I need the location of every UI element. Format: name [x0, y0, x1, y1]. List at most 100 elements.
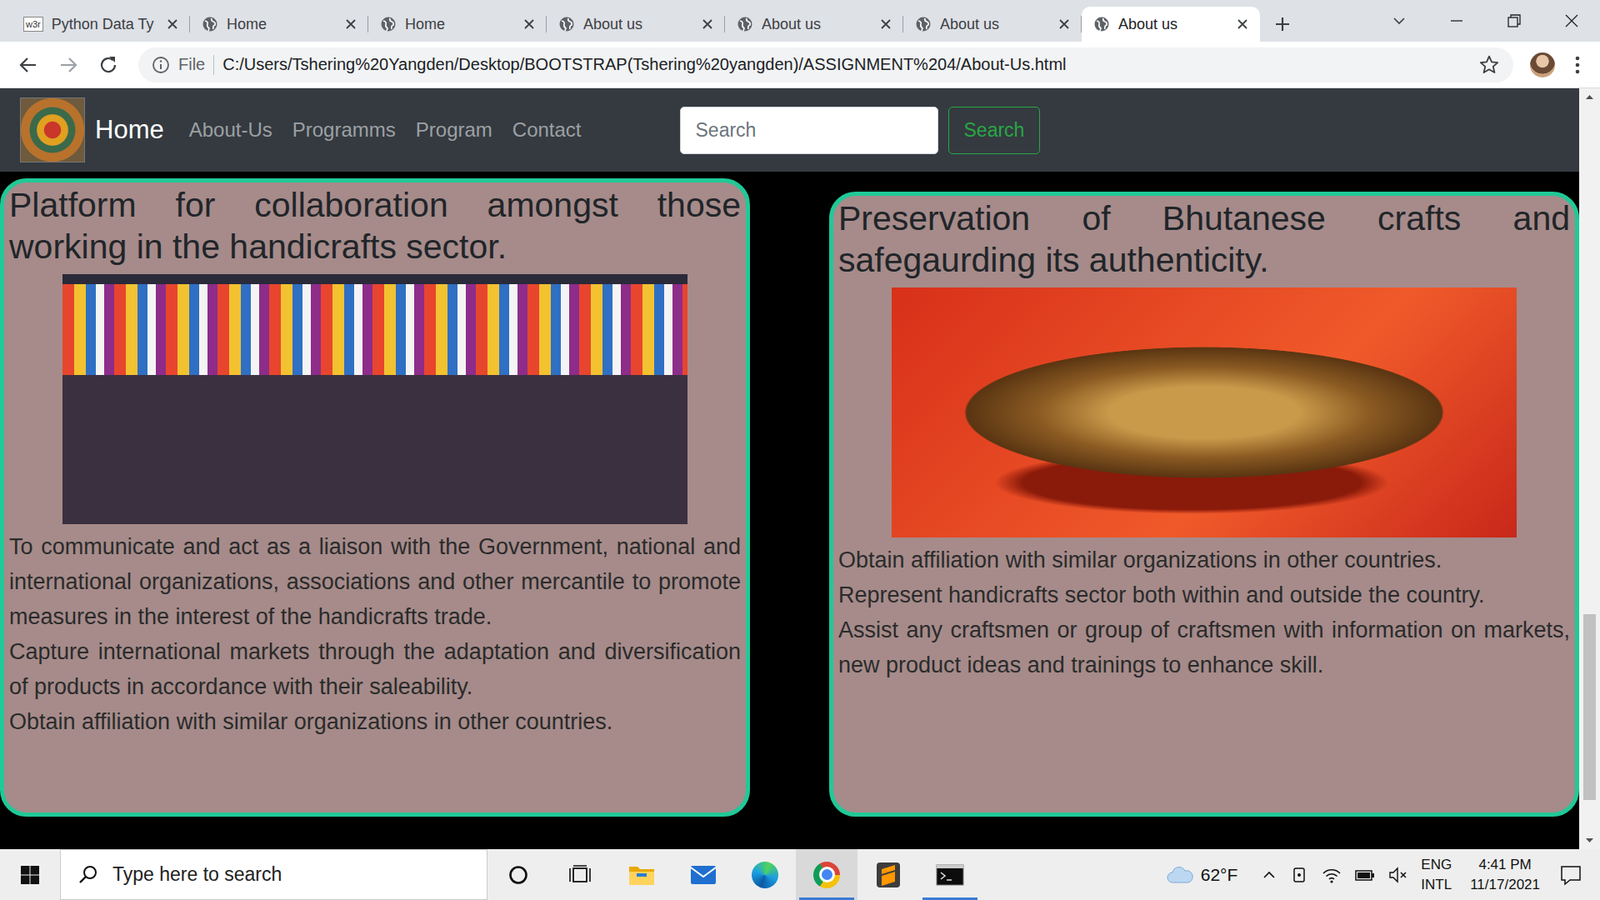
taskbar-app[interactable]	[549, 849, 611, 900]
separator	[213, 55, 215, 75]
forward-arrow-icon	[57, 54, 80, 76]
close-tab-icon[interactable]	[1236, 18, 1249, 30]
screen: w3r Python Data Ty Home Home About us Ab…	[0, 0, 1600, 900]
close-tab-icon[interactable]	[345, 18, 357, 30]
scheme-label: File	[178, 55, 205, 75]
card-text: Obtain affiliation with similar organiza…	[838, 542, 1570, 578]
close-tab-icon[interactable]	[701, 18, 714, 30]
search-button[interactable]: Search	[948, 106, 1041, 155]
taskbar-app[interactable]	[610, 849, 673, 900]
system-tray: 62°F ENGINTL 4:41 PM 11/17/2021	[1165, 855, 1600, 895]
cards-area: Platform for collaboration amongst those…	[0, 171, 1580, 850]
cloud-icon	[1165, 865, 1195, 885]
new-tab-icon[interactable]	[1268, 10, 1297, 39]
browser-tab[interactable]: About us	[546, 6, 725, 42]
close-tab-icon[interactable]	[880, 18, 892, 30]
close-icon	[1564, 13, 1580, 29]
card-text: Obtain affiliation with similar organiza…	[9, 704, 741, 740]
taskbar-app[interactable]	[672, 849, 735, 900]
close-tab-icon[interactable]	[523, 18, 535, 30]
card-text: Assist any craftsmen or group of craftsm…	[838, 612, 1570, 683]
sublime-text-icon	[875, 861, 901, 889]
w3r-icon: w3r	[23, 16, 44, 32]
restore-button[interactable]	[1485, 0, 1543, 42]
info-icon[interactable]	[151, 55, 170, 75]
page-viewport: Home About-Us Programms Program Contact Sea…	[0, 88, 1600, 850]
chrome-icon	[813, 861, 840, 889]
muted-speaker-icon[interactable]	[1387, 865, 1410, 885]
nav-link[interactable]: Programms	[292, 118, 396, 142]
terminal-icon	[935, 863, 965, 887]
card-photo	[62, 274, 688, 525]
browser-tab[interactable]: About us	[1081, 6, 1260, 42]
globe-icon	[1093, 15, 1110, 33]
back-arrow-icon	[17, 54, 40, 76]
menu-dots-icon[interactable]	[1573, 54, 1582, 76]
address-bar[interactable]: File C:/Users/Tshering%20Yangden/Desktop…	[138, 47, 1514, 83]
card-text: To communicate and act as a liaison with…	[9, 529, 741, 635]
browser-tab[interactable]: w3r Python Data Ty	[11, 6, 190, 42]
url-text[interactable]: C:/Users/Tshering%20Yangden/Desktop/BOOT…	[222, 55, 1470, 75]
close-tab-icon[interactable]	[166, 18, 179, 30]
scrollbar[interactable]	[1579, 88, 1600, 850]
nav-links: About-Us Programms Program Contact	[189, 118, 582, 142]
card-photo	[891, 287, 1517, 538]
nav-link[interactable]: About-Us	[189, 118, 273, 142]
globe-icon	[558, 15, 575, 33]
info-card: Platform for collaboration amongst those…	[0, 178, 750, 817]
scroll-up-icon[interactable]	[1579, 88, 1600, 105]
taskbar-app[interactable]	[857, 849, 920, 900]
reload-button[interactable]	[91, 48, 125, 82]
window-controls	[1370, 0, 1600, 42]
browser-tab[interactable]: About us	[725, 6, 904, 42]
search-form: Search Search	[680, 106, 1041, 155]
back-button[interactable]	[11, 48, 45, 82]
task-view-icon	[568, 864, 592, 886]
chevron-down-icon	[1391, 13, 1407, 29]
brand-link[interactable]: Home	[95, 115, 165, 145]
taskbar-app[interactable]	[795, 849, 858, 900]
show-hidden-icon[interactable]	[1260, 866, 1278, 884]
start-button[interactable]	[0, 849, 60, 900]
minimize-icon	[1449, 13, 1465, 29]
notifications-icon[interactable]	[1558, 863, 1584, 887]
logo-image[interactable]	[20, 97, 85, 163]
taskbar-app[interactable]	[734, 849, 796, 900]
browser-tab[interactable]: About us	[903, 6, 1082, 42]
restore-icon	[1506, 13, 1522, 29]
browser-tab[interactable]: Home	[190, 6, 369, 42]
star-icon[interactable]	[1478, 54, 1500, 76]
scroll-down-icon[interactable]	[1579, 832, 1600, 850]
globe-icon	[380, 15, 397, 33]
battery-icon[interactable]	[1354, 865, 1376, 885]
forward-button[interactable]	[51, 48, 85, 82]
nav-link[interactable]: Contact	[512, 118, 582, 142]
taskbar-app[interactable]	[487, 849, 550, 900]
search-input[interactable]: Search	[680, 106, 939, 155]
device-icon[interactable]	[1289, 865, 1310, 885]
close-button[interactable]	[1542, 0, 1600, 42]
taskbar-app[interactable]	[919, 849, 981, 900]
minimize-button[interactable]	[1427, 0, 1485, 42]
profile-avatar-icon[interactable]	[1530, 52, 1555, 78]
wifi-icon[interactable]	[1320, 865, 1343, 885]
mail-icon	[689, 863, 718, 887]
cortana-icon	[507, 864, 530, 886]
globe-icon	[915, 15, 932, 33]
nav-link[interactable]: Program	[415, 118, 493, 142]
scroll-thumb[interactable]	[1583, 614, 1596, 800]
language-indicator[interactable]: ENGINTL	[1420, 855, 1452, 895]
globe-icon	[736, 15, 754, 33]
taskbar-search[interactable]: Type here to search	[60, 849, 488, 900]
tab-search-button[interactable]	[1370, 0, 1428, 42]
card-title: Preservation of Bhutanese crafts and saf…	[838, 197, 1570, 281]
browser-tab[interactable]: Home	[368, 6, 547, 42]
clock[interactable]: 4:41 PM 11/17/2021	[1470, 855, 1540, 895]
close-tab-icon[interactable]	[1058, 18, 1070, 30]
scroll-track	[1579, 105, 1600, 833]
weather-widget[interactable]: 62°F	[1165, 865, 1239, 885]
globe-icon	[201, 15, 219, 33]
info-card: Preservation of Bhutanese crafts and saf…	[829, 191, 1580, 817]
file-explorer-icon	[627, 862, 656, 888]
windows-logo-icon	[20, 865, 40, 885]
